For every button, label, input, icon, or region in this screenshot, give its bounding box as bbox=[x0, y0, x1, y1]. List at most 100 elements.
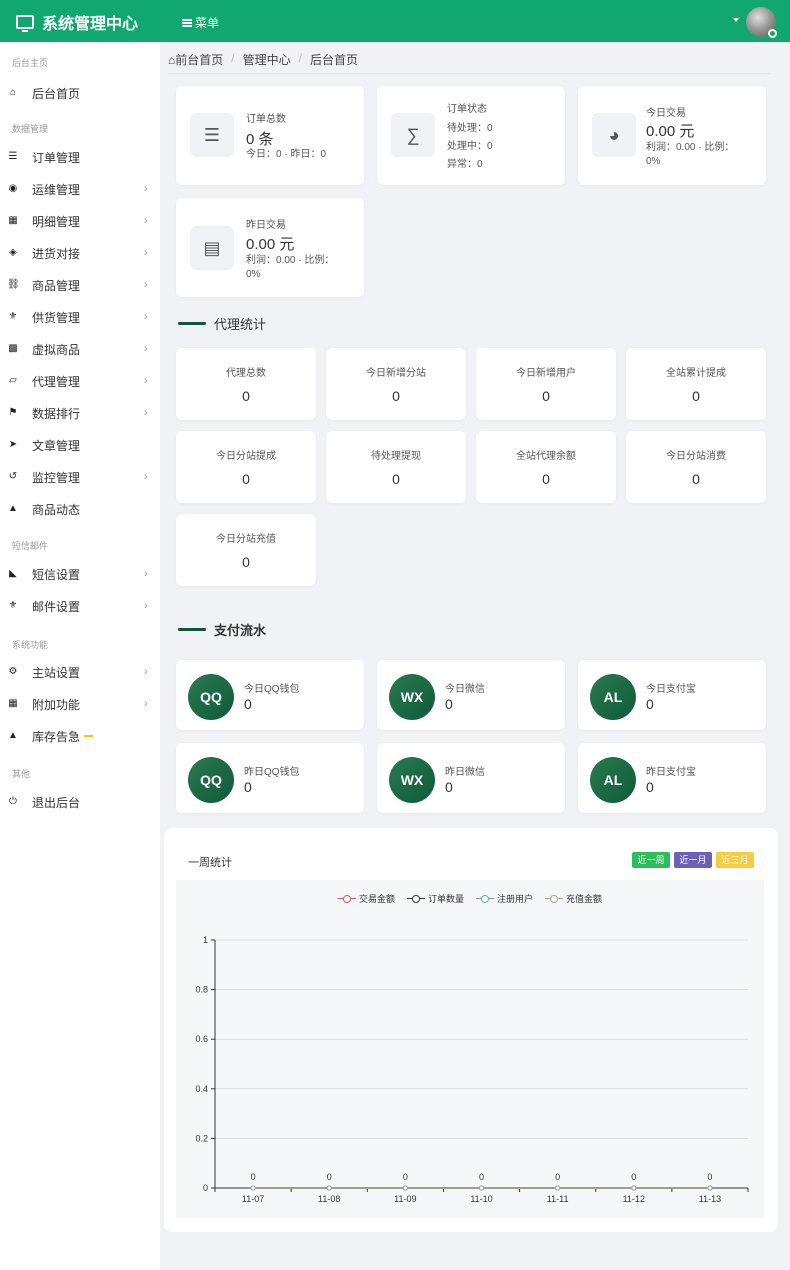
sidebar-item[interactable]: ▦ 附加功能 › bbox=[0, 689, 160, 719]
legend-item[interactable]: 交易金额 bbox=[337, 892, 395, 905]
calendar-icon: ▦ bbox=[8, 698, 18, 709]
sidebar-item-label: 库存告急 bbox=[32, 729, 81, 744]
yesterday-trade-card: ▤ 昨日交易 0.00 元 利润：0.00 · 比例： 0% bbox=[176, 198, 364, 297]
sidebar-item[interactable]: ⚜ 供货管理 › bbox=[0, 302, 160, 332]
payment-section-heading: 支付流水 bbox=[178, 620, 266, 639]
chevron-right-icon: › bbox=[144, 279, 148, 291]
payment-badge: QQ bbox=[188, 757, 234, 803]
legend-item[interactable]: 充值金额 bbox=[545, 892, 602, 905]
sidebar-item-label: 短信设置 bbox=[32, 567, 81, 582]
sidebar-item[interactable]: ▲ 商品动态 bbox=[0, 494, 160, 524]
legend-item[interactable]: 注册用户 bbox=[476, 892, 533, 905]
sidebar-item[interactable]: ⚑ 数据排行 › bbox=[0, 398, 160, 428]
order-total-card: ☰ 订单总数 0 条 今日：0 · 昨日：0 bbox=[176, 86, 364, 185]
avatar[interactable] bbox=[746, 7, 777, 38]
legend-label: 充值金额 bbox=[566, 894, 603, 904]
sidebar-item[interactable]: ⛓ 商品管理 › bbox=[0, 270, 160, 300]
sidebar-item[interactable]: ◈ 进货对接 › bbox=[0, 238, 160, 268]
sidebar-item[interactable]: ⏻ 退出后台 bbox=[0, 787, 160, 817]
sitemap-icon: ▱ bbox=[9, 375, 17, 386]
chevron-right-icon: › bbox=[144, 698, 148, 710]
sidebar-item[interactable]: ▩ 虚拟商品 › bbox=[0, 334, 160, 364]
payment-card: AL 今日支付宝 0 bbox=[578, 660, 766, 730]
sidebar-section-label: 数据管理 bbox=[12, 124, 49, 134]
home-icon: ⌂ bbox=[9, 87, 17, 98]
payment-value: 0 bbox=[646, 779, 654, 795]
sidebar-section-label: 短信邮件 bbox=[12, 541, 49, 551]
grid-icon: ▩ bbox=[8, 343, 18, 354]
gear-icon: ⚙ bbox=[8, 666, 18, 677]
x-tick-label: 11-08 bbox=[318, 1194, 340, 1204]
payment-card: WX 今日微信 0 bbox=[377, 660, 565, 730]
legend-swatch bbox=[406, 894, 425, 903]
breadcrumb-item[interactable]: 管理中心 bbox=[243, 51, 291, 68]
sidebar-item-label: 文章管理 bbox=[32, 438, 81, 453]
menu-toggle[interactable]: 菜单 bbox=[182, 14, 219, 31]
payment-label: 今日支付宝 bbox=[646, 684, 696, 695]
chevron-right-icon: › bbox=[144, 311, 148, 323]
breadcrumb-home[interactable]: ⌂前台首页 bbox=[168, 51, 223, 68]
payment-label: 今日微信 bbox=[445, 684, 485, 695]
bell-icon: ▲ bbox=[8, 730, 18, 741]
sidebar-item[interactable]: ◉ 运维管理 › bbox=[0, 174, 160, 204]
flag-icon: ⚑ bbox=[8, 407, 18, 418]
stat-value: 0 bbox=[692, 471, 700, 487]
range-week-button[interactable]: 近一周 bbox=[632, 852, 670, 868]
sidebar-item[interactable]: ↺ 监控管理 › bbox=[0, 462, 160, 492]
sidebar-item-label: 退出后台 bbox=[32, 795, 81, 810]
stat-value: 0 bbox=[392, 471, 400, 487]
area-chart-icon: ◣ bbox=[9, 568, 17, 579]
stat-card: 今日分站充值 0 bbox=[176, 514, 316, 586]
brand-title: 系统管理中心 bbox=[42, 16, 139, 33]
payment-badge: WX bbox=[389, 757, 435, 803]
stat-value: 0 bbox=[242, 471, 250, 487]
stat-label: 待处理提现 bbox=[371, 451, 421, 462]
chevron-right-icon: › bbox=[144, 375, 148, 387]
payment-badge: QQ bbox=[188, 674, 234, 720]
payment-card: QQ 昨日QQ钱包 0 bbox=[176, 743, 364, 813]
stat-value: 0 bbox=[242, 554, 250, 570]
chevron-right-icon: › bbox=[144, 247, 148, 259]
bell-icon: ▲ bbox=[8, 503, 18, 514]
caret-down-icon[interactable] bbox=[733, 18, 739, 22]
data-point bbox=[250, 1185, 256, 1191]
payment-card: WX 昨日微信 0 bbox=[377, 743, 565, 813]
sidebar-item-label: 后台首页 bbox=[32, 86, 81, 101]
x-tick-label: 11-11 bbox=[547, 1194, 569, 1204]
sidebar-item[interactable]: ☰ 订单管理 bbox=[0, 142, 160, 172]
data-point bbox=[707, 1185, 713, 1191]
wallet-icon: ▤ bbox=[190, 226, 234, 270]
sidebar-item[interactable]: ▱ 代理管理 › bbox=[0, 366, 160, 396]
cutlery-icon: ⚜ bbox=[8, 311, 18, 322]
order-status-card: ∑ 订单状态 待处理：0 处理中：0 异常：0 bbox=[377, 86, 565, 185]
menu-label: 菜单 bbox=[195, 16, 220, 30]
chevron-right-icon: › bbox=[144, 600, 148, 612]
data-label: 0 bbox=[403, 1172, 408, 1182]
sidebar-item[interactable]: ⚜ 邮件设置 › bbox=[0, 591, 160, 621]
sidebar-item[interactable]: ▦ 明细管理 › bbox=[0, 206, 160, 236]
sidebar-item-label: 供货管理 bbox=[32, 310, 81, 325]
payment-value: 0 bbox=[244, 696, 252, 712]
payment-card: QQ 今日QQ钱包 0 bbox=[176, 660, 364, 730]
sidebar-item-label: 邮件设置 bbox=[32, 599, 81, 614]
stat-label: 全站代理余额 bbox=[516, 451, 576, 462]
agent-section-heading: 代理统计 bbox=[178, 314, 266, 333]
stat-label: 今日分站提成 bbox=[216, 451, 276, 462]
range-month-button[interactable]: 近一月 bbox=[674, 852, 712, 868]
stat-card: 代理总数 0 bbox=[176, 348, 316, 420]
breadcrumb: ⌂前台首页 / 管理中心 / 后台首页 bbox=[168, 51, 358, 68]
stat-value: 0 bbox=[542, 471, 550, 487]
brand[interactable]: 系统管理中心 bbox=[16, 10, 138, 34]
legend-swatch bbox=[545, 894, 564, 903]
payment-label: 昨日微信 bbox=[445, 767, 485, 778]
sidebar-item[interactable]: ➤ 文章管理 bbox=[0, 430, 160, 460]
sidebar-item[interactable]: ⌂ 后台首页 bbox=[0, 78, 160, 108]
range-quarter-button[interactable]: 近三月 bbox=[716, 852, 754, 868]
sidebar-item-label: 明细管理 bbox=[32, 214, 81, 229]
sidebar-item[interactable]: ◣ 短信设置 › bbox=[0, 559, 160, 589]
data-point bbox=[402, 1185, 408, 1191]
sidebar-item[interactable]: ▲ 库存告急 bbox=[0, 721, 160, 751]
legend-item[interactable]: 订单数量 bbox=[406, 892, 464, 905]
sidebar-item-label: 商品动态 bbox=[32, 502, 81, 517]
sidebar-item[interactable]: ⚙ 主站设置 › bbox=[0, 657, 160, 687]
